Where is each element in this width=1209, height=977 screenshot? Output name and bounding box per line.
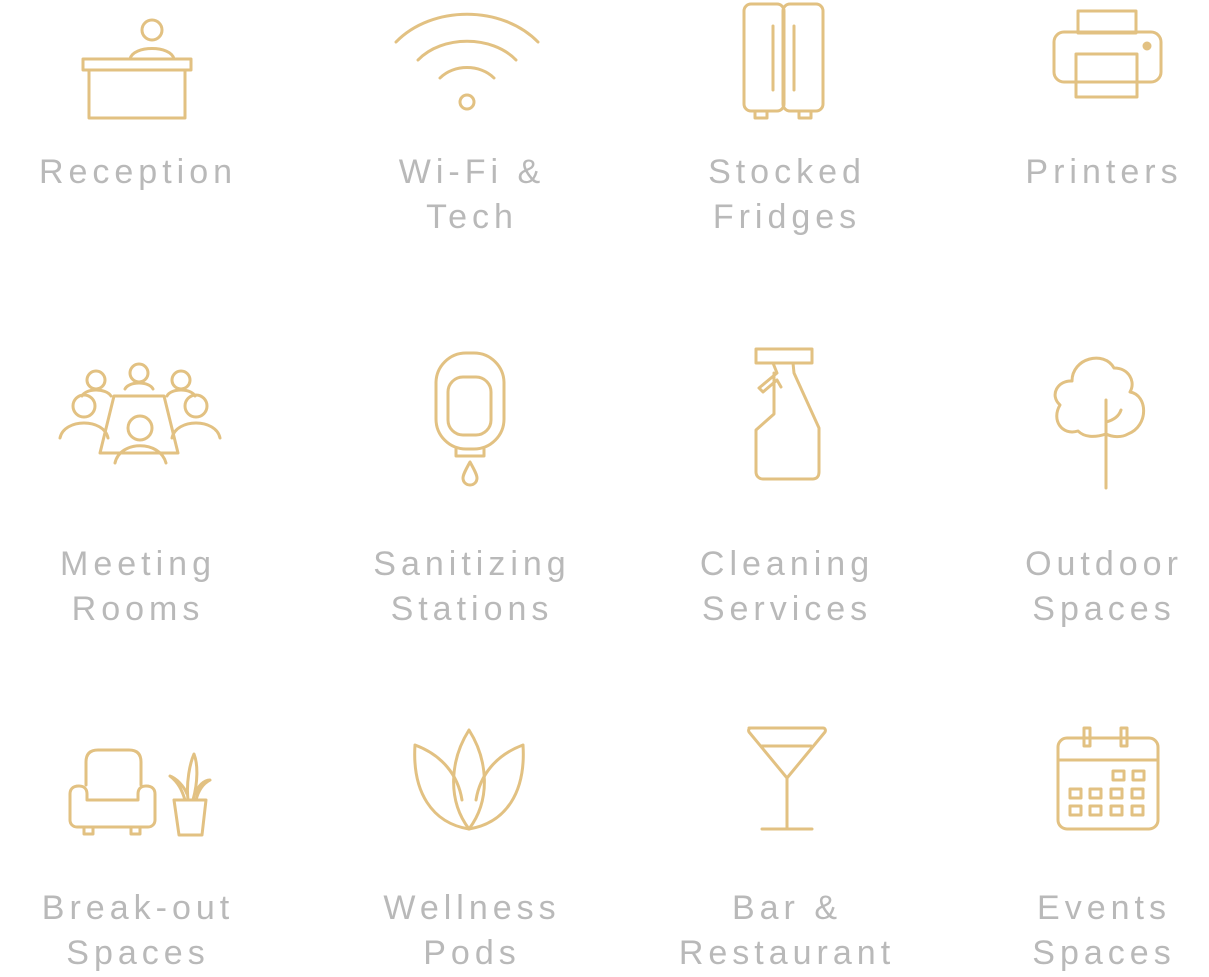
amenity-printers: Printers (954, 0, 1209, 195)
amenity-label-line1: Meeting (60, 545, 216, 583)
amenity-label-line1: Reception (38, 153, 238, 191)
lotus-icon (322, 720, 622, 886)
meeting-room-icon (0, 340, 288, 530)
amenity-label-line2: Services (701, 590, 873, 628)
cocktail-glass-icon (637, 720, 937, 886)
amenity-wellness-pods: Wellness Pods (322, 720, 622, 976)
amenity-meeting-rooms: Meeting Rooms (0, 340, 288, 632)
amenity-bar-restaurant: Bar & Restaurant (637, 720, 937, 976)
amenity-label-line2: Stations (390, 590, 554, 628)
amenity-sanitizing-stations: Sanitizing Stations (322, 340, 622, 632)
amenity-label-line1: Break-out (41, 889, 235, 927)
fridge-icon (637, 0, 937, 150)
amenity-label-line2: Spaces (66, 934, 210, 972)
wifi-icon (322, 0, 622, 150)
amenity-stocked-fridges: Stocked Fridges (637, 0, 937, 240)
amenity-label-line1: Events (1037, 889, 1171, 927)
amenity-label-line2: Spaces (1032, 934, 1176, 972)
amenity-label-line1: Stocked (708, 153, 866, 191)
amenity-label-line2: Rooms (71, 590, 205, 628)
amenity-label-line2: Fridges (712, 198, 862, 236)
amenity-label-line1: Wi-Fi & (398, 153, 546, 191)
amenity-label-line1: Bar & (731, 889, 843, 927)
amenity-events-spaces: Events Spaces (954, 720, 1209, 976)
amenity-reception: Reception (0, 0, 288, 195)
amenity-wifi-tech: Wi-Fi & Tech (322, 0, 622, 240)
spray-bottle-icon (637, 340, 937, 530)
amenity-label-line1: Wellness (383, 889, 561, 927)
tree-icon (954, 340, 1209, 530)
amenity-outdoor-spaces: Outdoor Spaces (954, 340, 1209, 632)
amenity-label-line1: Cleaning (699, 545, 875, 583)
calendar-icon (954, 720, 1209, 886)
printer-icon (954, 0, 1209, 150)
amenity-label-line1: Outdoor (1025, 545, 1183, 583)
amenity-label-line1: Sanitizing (373, 545, 571, 583)
sanitizer-dispenser-icon (322, 340, 622, 530)
amenity-label-line2: Spaces (1032, 590, 1176, 628)
armchair-plant-icon (0, 720, 288, 886)
amenities-grid: Reception Wi-Fi & Tech Stocked Fridges P… (0, 0, 1209, 977)
amenity-cleaning-services: Cleaning Services (637, 340, 937, 632)
reception-desk-icon (0, 0, 288, 150)
amenity-break-out-spaces: Break-out Spaces (0, 720, 288, 976)
amenity-label-line1: Printers (1025, 153, 1183, 191)
amenity-label-line2: Pods (423, 934, 521, 972)
amenity-label-line2: Tech (426, 198, 518, 236)
amenity-label-line2: Restaurant (678, 934, 896, 972)
